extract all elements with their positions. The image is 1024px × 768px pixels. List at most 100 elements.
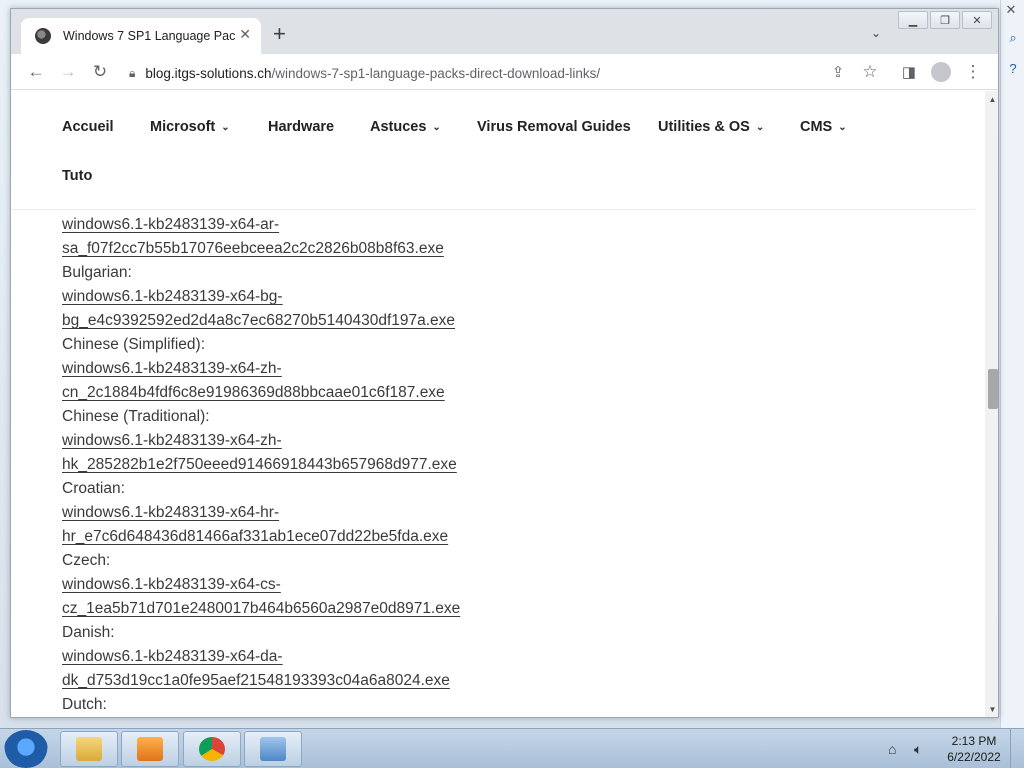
share-icon[interactable]: ⇪ [827,61,849,83]
url-text[interactable]: blog.itgs-solutions.ch/windows-7-sp1-lan… [145,66,600,81]
download-link[interactable]: dk_d753d19cc1a0fe95aef21548193393c04a6a8… [62,672,450,689]
close-icon[interactable]: ✕ [1002,2,1020,18]
language-label: Dutch: [62,693,662,717]
nav-label: Accueil [62,119,114,135]
language-label-text: Czech: [62,552,111,569]
nav-label: Utilities & OS [658,119,750,135]
nav-label: Hardware [268,119,335,135]
scroll-up-arrow-icon[interactable]: ▲ [985,93,998,107]
language-label: Croatian: [62,477,662,501]
reload-icon[interactable]: ↻ [89,61,111,83]
download-link[interactable]: bg_e4c9392592ed2d4a8c7ec68270b5140430df1… [62,312,455,329]
nav-item-tuto[interactable]: Tuto [62,168,92,184]
language-label-text: Bulgarian: [62,264,132,281]
minimize-button[interactable]: ▁ [898,11,928,29]
taskbar-chrome-button[interactable] [183,731,241,767]
tab-close-icon[interactable]: ✕ [239,26,251,43]
language-label: Chinese (Simplified): [62,333,662,357]
start-button[interactable] [4,730,48,768]
download-link-line: hr_e7c6d648436d81466af331ab1ece07dd22be5… [62,525,662,549]
nav-item-microsoft[interactable]: Microsoft ⌄ [150,119,230,135]
download-link-line: sa_f07f2cc7b55b17076eebceea2c2c2826b08b8… [62,237,662,261]
new-tab-button[interactable]: + [273,23,286,45]
nav-item-astuces[interactable]: Astuces ⌄ [370,119,441,135]
bookmark-star-icon[interactable]: ☆ [859,61,881,83]
taskbar: ⌂ 🔈︎ 2:13 PM 6/22/2022 [0,728,1024,768]
download-link-line: dk_d753d19cc1a0fe95aef21548193393c04a6a8… [62,669,662,693]
url-host: blog.itgs-solutions.ch [145,65,272,81]
scroll-down-arrow-icon[interactable]: ▼ [985,703,998,717]
forward-arrow-icon[interactable]: → [57,61,79,83]
language-label-text: Croatian: [62,480,125,497]
profile-avatar-icon[interactable] [930,61,952,83]
address-bar[interactable]: 🔒︎ blog.itgs-solutions.ch/windows-7-sp1-… [125,59,837,87]
site-favicon-icon [35,28,51,44]
nav-label: Tuto [62,168,93,184]
vertical-scrollbar[interactable]: ▲ ▼ [985,91,998,717]
nav-item-cms[interactable]: CMS ⌄ [800,119,847,135]
download-link[interactable]: windows6.1-kb2483139-x64-hr- [62,504,279,521]
nav-item-virus-removal-guides[interactable]: Virus Removal Guides [477,119,631,135]
show-desktop-button[interactable] [1010,729,1024,768]
clock[interactable]: 2:13 PM 6/22/2022 [942,733,1006,765]
article-content: windows6.1-kb2483139-x64-ar-sa_f07f2cc7b… [62,213,662,717]
tray-network-icon[interactable]: ⌂ [888,741,896,757]
tray-volume-icon[interactable]: 🔈︎ [914,741,922,758]
taskbar-media-player-button[interactable] [121,731,179,767]
download-link-line: windows6.1-kb2483139-x64-hr- [62,501,662,525]
download-link-line: cn_2c1884b4fdf6c8e91986369d88bbcaae01c6f… [62,381,662,405]
download-link-line: windows6.1-kb2483139-x64-zh- [62,429,662,453]
download-link[interactable]: windows6.1-kb2483139-x64-bg- [62,288,283,305]
download-link[interactable]: windows6.1-kb2483139-x64-cs- [62,576,281,593]
download-link[interactable]: windows6.1-kb2483139-x64-zh- [62,432,282,449]
close-window-button[interactable]: ✕ [962,11,992,29]
language-label-text: Chinese (Simplified): [62,336,205,353]
download-link[interactable]: hr_e7c6d648436d81466af331ab1ece07dd22be5… [62,528,448,545]
language-label-text: Chinese (Traditional): [62,408,210,425]
download-link-line: windows6.1-kb2483139-x64-cs- [62,573,662,597]
language-label: Czech: [62,549,662,573]
tab-search-chevron-icon[interactable]: ⌄ [871,26,881,40]
taskbar-control-panel-button[interactable] [244,731,302,767]
folder-icon [76,737,102,761]
chevron-down-icon: ⌄ [838,121,847,133]
download-link[interactable]: windows6.1-kb2483139-x64-ar- [62,216,279,233]
language-label: Bulgarian: [62,261,662,285]
download-link[interactable]: sa_f07f2cc7b55b17076eebceea2c2c2826b08b8… [62,240,444,257]
taskbar-explorer-button[interactable] [60,731,118,767]
download-link-line: windows6.1-kb2483139-x64-zh- [62,357,662,381]
menu-kebab-icon[interactable]: ⋮ [962,61,984,83]
lock-icon[interactable]: 🔒︎ [129,66,135,81]
help-icon[interactable]: ? [1003,58,1023,78]
download-link-line: hk_285282b1e2f750eeed91466918443b657968d… [62,453,662,477]
back-arrow-icon[interactable]: ← [25,61,47,83]
control-panel-icon [260,737,286,761]
site-navigation: Accueil Microsoft ⌄ Hardware Astuces ⌄ Vir… [11,91,975,210]
language-label: Danish: [62,621,662,645]
download-link[interactable]: hk_285282b1e2f750eeed91466918443b657968d… [62,456,457,473]
chrome-window: Windows 7 SP1 Language Packs ✕ + ⌄ ▁ ❐ ✕… [10,8,999,718]
search-icon[interactable]: ⌕ [1003,28,1023,48]
download-link[interactable]: windows6.1-kb2483139-x64-da- [62,648,283,665]
nav-item-accueil[interactable]: Accueil [62,119,114,135]
nav-label: Virus Removal Guides [477,119,631,135]
download-link-line: windows6.1-kb2483139-x64-bg- [62,285,662,309]
download-link-line: windows6.1-kb2483139-x64-da- [62,645,662,669]
nav-item-hardware[interactable]: Hardware [268,119,334,135]
chevron-down-icon: ⌄ [221,121,230,133]
download-link[interactable]: windows6.1-kb2483139-x64-zh- [62,360,282,377]
clock-time: 2:13 PM [951,734,997,748]
background-ie-window-edge: ✕ ⌕ ? [1000,0,1024,728]
restore-button[interactable]: ❐ [930,11,960,29]
url-path: /windows-7-sp1-language-packs-direct-dow… [271,65,601,81]
nav-item-utilities-os[interactable]: Utilities & OS ⌄ [658,119,764,135]
active-tab[interactable]: Windows 7 SP1 Language Packs ✕ [21,18,261,54]
window-controls: ▁ ❐ ✕ [898,11,992,29]
side-panel-icon[interactable]: ◨ [898,61,920,83]
language-label: Chinese (Traditional): [62,405,662,429]
download-link[interactable]: cn_2c1884b4fdf6c8e91986369d88bbcaae01c6f… [62,384,445,401]
download-link[interactable]: cz_1ea5b71d701e2480017b464b6560a2987e0d8… [62,600,460,617]
browser-toolbar: ← → ↻ 🔒︎ blog.itgs-solutions.ch/windows-… [11,54,998,90]
tab-strip: Windows 7 SP1 Language Packs ✕ + ⌄ ▁ ❐ ✕ [11,9,998,54]
page-viewport: Accueil Microsoft ⌄ Hardware Astuces ⌄ Vir… [11,91,985,717]
